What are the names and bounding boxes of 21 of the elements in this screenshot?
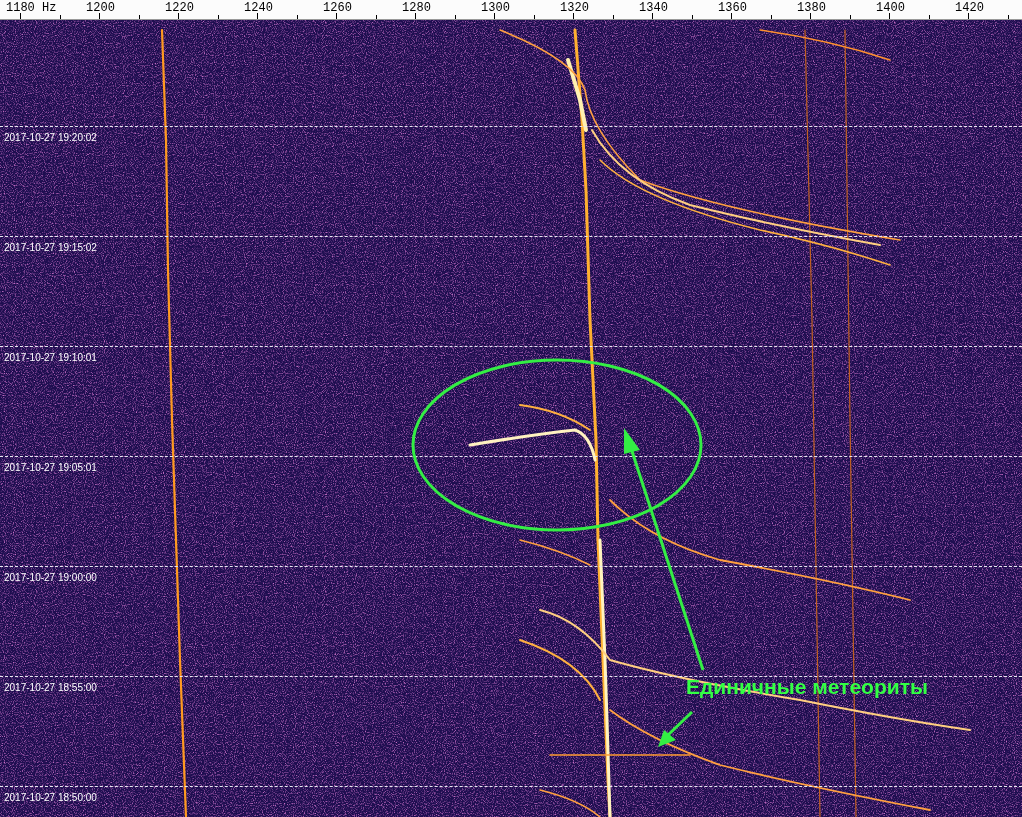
axis-label: 1200 <box>85 0 116 17</box>
time-label: 2017-10-27 19:15:02 <box>4 242 97 253</box>
axis-label: 1240 <box>243 0 274 17</box>
axis-label: 1320 <box>559 0 590 17</box>
axis-label: 1300 <box>480 0 511 17</box>
axis-label: 1360 <box>717 0 748 17</box>
axis-label: 1420 <box>954 0 985 17</box>
axis-label: 1260 <box>322 0 353 17</box>
axis-label: 1280 <box>401 0 432 17</box>
axis-label: 1340 <box>638 0 669 17</box>
time-label: 2017-10-27 19:20:02 <box>4 132 97 143</box>
axis-label: 1220 <box>164 0 195 17</box>
time-label: 2017-10-27 19:00:00 <box>4 572 97 583</box>
time-label: 2017-10-27 18:55:00 <box>4 682 97 693</box>
axis-label: 1180 Hz <box>5 0 58 17</box>
axis-label: 1400 <box>875 0 906 17</box>
arrow <box>658 710 694 747</box>
time-label: 2017-10-27 19:05:01 <box>4 462 97 473</box>
time-label: 2017-10-27 18:50:00 <box>4 792 97 803</box>
axis-label: 1380 <box>796 0 827 17</box>
time-label: 2017-10-27 19:10:01 <box>4 352 97 363</box>
